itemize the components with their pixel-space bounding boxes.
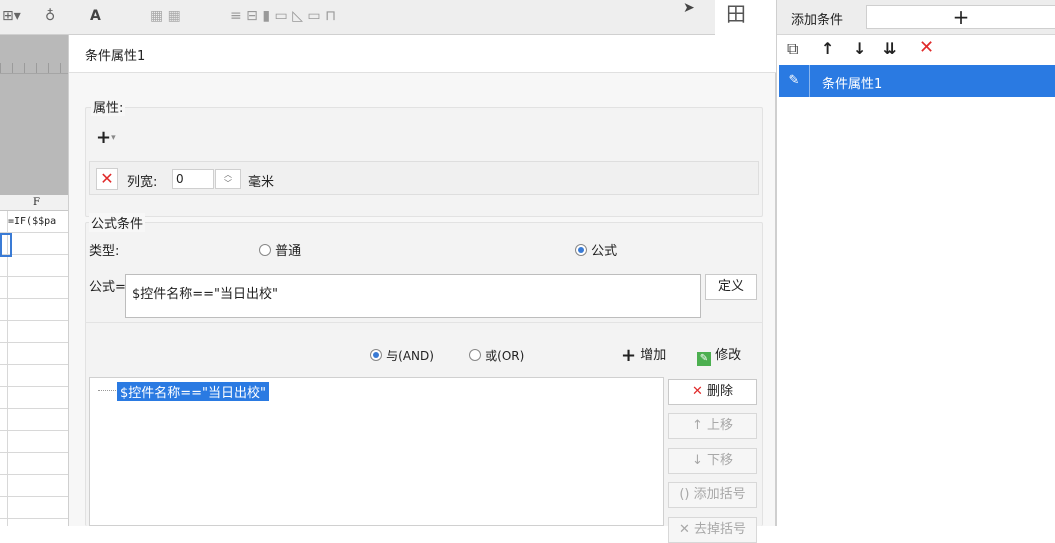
tree-item[interactable]: $控件名称=="当日出校" bbox=[117, 382, 270, 401]
column-header-f[interactable]: F bbox=[0, 195, 68, 211]
tree-connector bbox=[98, 390, 116, 391]
divider bbox=[85, 322, 763, 323]
radio-or[interactable]: 或(OR) bbox=[469, 347, 524, 364]
radio-and-label: 与(AND) bbox=[386, 349, 434, 363]
pencil-icon: ✎ bbox=[779, 65, 810, 97]
radio-normal-indicator[interactable] bbox=[259, 244, 271, 256]
copy-icon[interactable]: ⧉ bbox=[787, 39, 798, 59]
background-spreadsheet: F =IF($$pa bbox=[0, 195, 68, 526]
condition-list-item-label: 条件属性1 bbox=[822, 77, 883, 92]
formula-input[interactable]: $控件名称=="当日出校" bbox=[125, 274, 701, 318]
table-icon[interactable]: ⊞▾ bbox=[2, 8, 21, 24]
add-condition-label: 增加 bbox=[640, 348, 667, 363]
unit-label: 毫米 bbox=[248, 175, 275, 190]
move-down-label: 下移 bbox=[707, 453, 734, 468]
column-width-label: 列宽: bbox=[127, 175, 158, 190]
arrow-up-icon: ↑ bbox=[691, 418, 703, 433]
properties-label: 属性: bbox=[91, 97, 126, 116]
radio-formula-indicator[interactable] bbox=[575, 244, 587, 256]
remove-bracket-button[interactable]: ✕ 去掉括号 bbox=[668, 517, 757, 543]
add-property-button[interactable]: +▾ bbox=[96, 127, 116, 148]
modify-condition-label: 修改 bbox=[715, 348, 742, 363]
arrow-down-icon: ↓ bbox=[691, 453, 703, 468]
bracket-icon: () bbox=[679, 487, 690, 502]
column-width-row: ✕ 列宽: 0 ︿ ﹀ 毫米 bbox=[89, 161, 759, 195]
font-color-icon[interactable]: A bbox=[90, 8, 101, 24]
add-condition-button[interactable]: + 增加 bbox=[621, 344, 666, 366]
paint-bucket-icon[interactable]: ♁ bbox=[45, 8, 55, 24]
move-down-button[interactable]: ↓ 下移 bbox=[668, 448, 757, 474]
cursor-icon: ➤ bbox=[683, 0, 695, 16]
layout-icon[interactable]: 田 bbox=[726, 0, 746, 27]
add-bracket-label: 添加括号 bbox=[693, 487, 746, 502]
radio-normal-label: 普通 bbox=[275, 244, 302, 259]
add-condition-plus-button[interactable]: + bbox=[866, 5, 1055, 29]
border-icon[interactable]: ▦ ▦ bbox=[150, 8, 181, 24]
delete-x-icon: ✕ bbox=[691, 384, 703, 399]
column-width-stepper[interactable]: ︿ ﹀ bbox=[215, 169, 241, 189]
delete-label: 删除 bbox=[707, 384, 734, 399]
background-ruler bbox=[0, 35, 68, 195]
add-condition-label: 添加条件 bbox=[791, 13, 844, 28]
remove-bracket-icon: ✕ bbox=[678, 522, 690, 537]
radio-and-indicator[interactable] bbox=[370, 349, 382, 361]
move-up-label: 上移 bbox=[707, 418, 734, 433]
column-width-input[interactable]: 0 bbox=[172, 169, 214, 189]
condition-tree[interactable]: $控件名称=="当日出校" bbox=[89, 377, 664, 526]
formula-cell[interactable]: =IF($$pa bbox=[0, 211, 68, 233]
dialog-title: 条件属性1 bbox=[85, 49, 146, 64]
move-bottom-icon[interactable]: ⇊ bbox=[883, 39, 896, 58]
add-condition-bar: 添加条件 + bbox=[777, 0, 1055, 35]
selected-cell[interactable] bbox=[0, 233, 12, 257]
radio-formula[interactable]: 公式 bbox=[575, 240, 617, 259]
define-button[interactable]: 定义 bbox=[705, 274, 757, 300]
condition-properties-dialog: 条件属性1 属性: +▾ ✕ 列宽: 0 ︿ ﹀ 毫米 公式条件 类型: 普通 公… bbox=[68, 35, 777, 543]
dialog-title-bar: 条件属性1 bbox=[69, 35, 777, 73]
type-label: 类型: bbox=[89, 244, 120, 259]
delete-icon[interactable]: ✕ bbox=[919, 37, 934, 58]
add-bracket-button[interactable]: () 添加括号 bbox=[668, 482, 757, 508]
remove-property-icon[interactable]: ✕ bbox=[96, 168, 118, 190]
delete-condition-button[interactable]: ✕ 删除 bbox=[668, 379, 757, 405]
condition-list-item[interactable]: ✎ 条件属性1 bbox=[779, 65, 1055, 97]
radio-or-indicator[interactable] bbox=[469, 349, 481, 361]
radio-formula-label: 公式 bbox=[591, 244, 618, 259]
modify-icon: ✎ bbox=[697, 352, 711, 366]
align-icons[interactable]: ≡ ⊟ ▮ ▭ ◺ ▭ ⊓ bbox=[230, 8, 336, 24]
radio-normal[interactable]: 普通 bbox=[259, 240, 301, 259]
background-toolbar: ⊞▾ ♁ A ▦ ▦ ≡ ⊟ ▮ ▭ ◺ ▭ ⊓ ➤ bbox=[0, 0, 715, 35]
modify-condition-button[interactable]: ✎ 修改 bbox=[697, 344, 741, 366]
formula-condition-label: 公式条件 bbox=[89, 213, 146, 232]
plus-icon: + bbox=[621, 345, 637, 366]
condition-list-panel: 添加条件 + ⧉ ↑ ↓ ⇊ ✕ ✎ 条件属性1 bbox=[776, 0, 1055, 526]
remove-bracket-label: 去掉括号 bbox=[694, 522, 747, 537]
arrow-up-icon[interactable]: ↑ bbox=[821, 39, 834, 58]
arrow-down-icon[interactable]: ↓ bbox=[853, 39, 866, 58]
move-up-button[interactable]: ↑ 上移 bbox=[668, 413, 757, 439]
formula-label: 公式= bbox=[89, 280, 126, 295]
radio-and[interactable]: 与(AND) bbox=[370, 347, 434, 364]
radio-or-label: 或(OR) bbox=[485, 349, 525, 363]
